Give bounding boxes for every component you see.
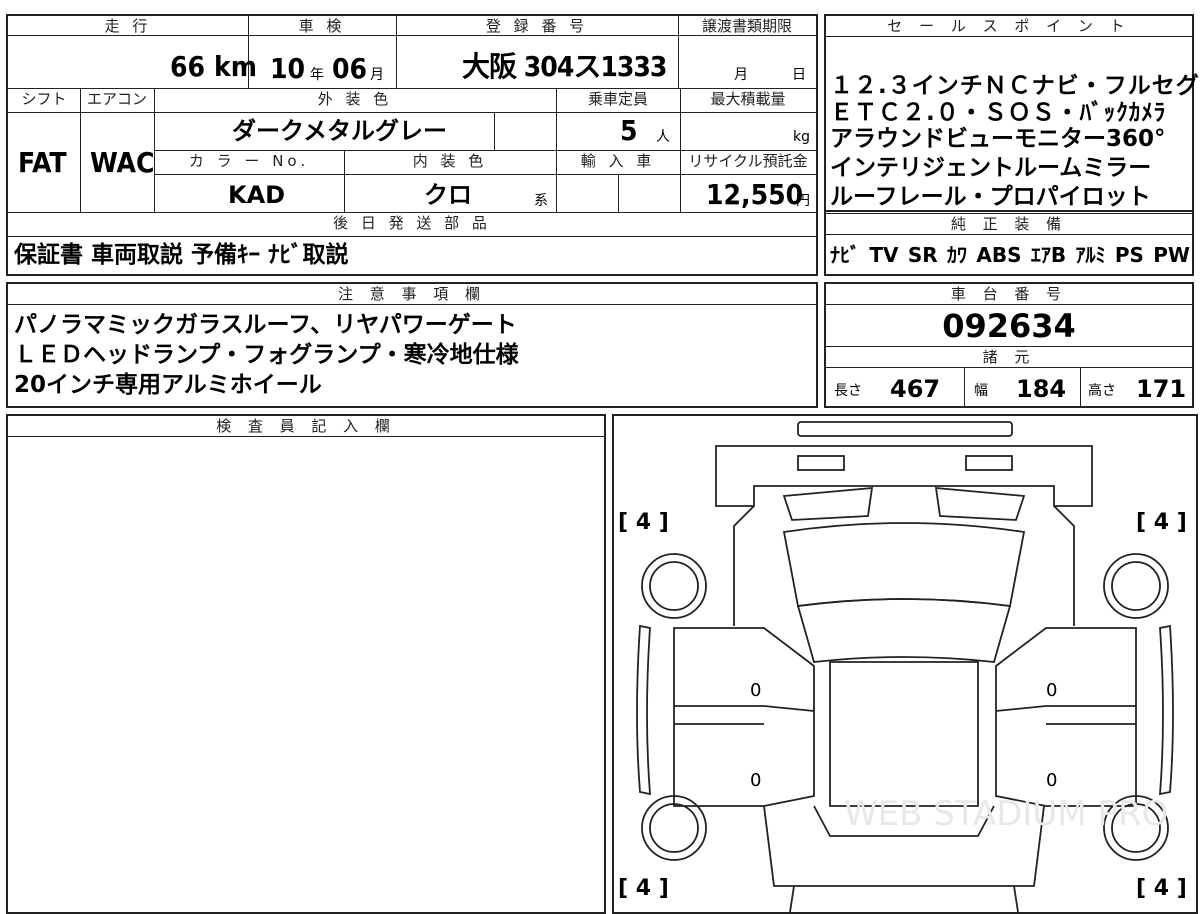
aircon-value: WAC — [90, 146, 155, 179]
door-mark: 0 — [1046, 680, 1058, 701]
sales-points-label: セ ー ル ス ポ イ ン ト — [826, 16, 1192, 37]
notes-label: 注 意 事 項 欄 — [8, 284, 816, 305]
capacity-value: 5 — [620, 114, 638, 147]
max-load-unit: kg — [793, 129, 810, 145]
capacity-label: 乗車定員 — [587, 90, 648, 108]
inspector-box — [6, 414, 606, 914]
tire-fr: [ 4 ] — [1136, 510, 1187, 535]
exterior-color-label: 外 装 色 — [317, 90, 393, 108]
recycle-fee-value: 12,550 — [706, 178, 804, 211]
sales-points-list: １２.３インチＮＣナビ・フルセグ ＥＴＣ２.０・ＳＯＳ・ﾊﾞｯｸｶﾒﾗ アラウン… — [830, 72, 1200, 212]
mileage-value: 66 — [170, 50, 206, 83]
equipment-item: PW — [1153, 243, 1190, 267]
note-line: パノラマミックガラスルーフ、リヤパワーゲート — [14, 312, 517, 338]
aircon-label: エアコン — [86, 90, 147, 108]
chassis-label: 車 台 番 号 — [826, 284, 1192, 305]
transfer-day-unit: 日 — [792, 67, 806, 83]
mileage-unit: km — [214, 50, 257, 83]
watermark: WEB STADIUM PRO — [844, 794, 1169, 834]
registration-label: 登 録 番 号 — [485, 17, 589, 35]
door-mark: 0 — [750, 770, 762, 791]
height-label: 高さ — [1088, 383, 1116, 399]
import-label: 輸 入 車 — [580, 152, 656, 170]
sales-point-line: ルーフレール・プロパイロット — [830, 184, 1151, 210]
width-value: 184 — [1016, 375, 1067, 403]
equipment-label: 純 正 装 備 — [826, 213, 1192, 235]
door-mark: 0 — [750, 680, 762, 701]
note-line: ＬＥＤヘッドランプ・フォグランプ・寒冷地仕様 — [14, 342, 519, 368]
color-no-label: カ ラ ー No. — [188, 152, 310, 170]
later-parts-value: 保証書 車両取説 予備ｷｰ ﾅﾋﾞ取説 — [14, 242, 349, 268]
sales-point-line: １２.３インチＮＣナビ・フルセグ — [830, 73, 1200, 99]
chassis-value: 092634 — [942, 307, 1076, 345]
length-value: 467 — [890, 375, 941, 403]
specs-label: 諸 元 — [826, 346, 1192, 368]
tire-rr-value: 4 — [1153, 876, 1170, 901]
transfer-deadline-label: 譲渡書類期限 — [701, 17, 792, 35]
recycle-fee-label: リサイクル預託金 — [688, 152, 808, 170]
equipment-item: PS — [1114, 243, 1144, 267]
length-label: 長さ — [834, 383, 862, 399]
tire-rr: [ 4 ] — [1136, 876, 1187, 901]
inspection-label: 車 検 — [298, 17, 346, 35]
sales-point-line: ＥＴＣ２.０・ＳＯＳ・ﾊﾞｯｸｶﾒﾗ — [830, 100, 1167, 126]
inspection-month: 06 — [332, 52, 368, 85]
tire-rl-value: 4 — [635, 876, 652, 901]
interior-color-label: 内 装 色 — [412, 152, 488, 170]
later-parts-label: 後 日 発 送 部 品 — [333, 214, 491, 232]
recycle-fee-unit: 円 — [796, 193, 810, 209]
mileage-label: 走 行 — [104, 17, 152, 35]
equipment-item: SR — [907, 243, 938, 267]
inspector-label: 検 査 員 記 入 欄 — [8, 416, 604, 437]
registration-value: 大阪 304ス1333 — [462, 50, 667, 83]
max-load-label: 最大積載量 — [710, 90, 786, 108]
note-line: 20インチ専用アルミホイール — [14, 372, 322, 398]
interior-color-suffix: 系 — [534, 193, 548, 209]
tire-fl-value: 4 — [635, 510, 652, 535]
door-mark: 0 — [1046, 770, 1058, 791]
sales-point-line: インテリジェントルームミラー — [830, 155, 1152, 181]
tire-rl: [ 4 ] — [618, 876, 669, 901]
shift-label: シフト — [21, 90, 67, 108]
equipment-item: ｱﾙﾐ — [1075, 243, 1106, 267]
transfer-month-unit: 月 — [734, 67, 748, 83]
equipment-list: ﾅﾋﾞ TV SR ｶﾜ ABS ｴｱB ｱﾙﾐ PS PW — [830, 240, 1190, 270]
equipment-item: TV — [869, 243, 899, 267]
inspection-year: 10 — [270, 52, 306, 85]
equipment-item: ｶﾜ — [947, 243, 968, 267]
color-no-value: KAD — [228, 181, 286, 209]
equipment-item: ｴｱB — [1030, 243, 1067, 267]
car-diagram-box: 0 0 0 0 [ 4 ] [ 4 ] [ 4 ] [ 4 ] WEB STAD… — [612, 414, 1198, 914]
tire-fl: [ 4 ] — [618, 510, 669, 535]
car-diagram — [636, 421, 1174, 912]
sales-point-line: アラウンドビューモニター360° — [830, 126, 1166, 152]
shift-value: FAT — [18, 146, 67, 179]
notes-list: パノラマミックガラスルーフ、リヤパワーゲート ＬＥＤヘッドランプ・フォグランプ・… — [14, 310, 814, 400]
height-value: 171 — [1136, 375, 1187, 403]
interior-color-value: クロ — [424, 181, 472, 209]
width-label: 幅 — [974, 383, 988, 399]
equipment-item: ABS — [976, 243, 1022, 267]
inspection-month-unit: 月 — [370, 67, 384, 83]
exterior-color-value: ダークメタルグレー — [232, 117, 448, 145]
capacity-unit: 人 — [656, 129, 670, 145]
tire-fr-value: 4 — [1153, 510, 1170, 535]
equipment-item: ﾅﾋﾞ — [830, 243, 860, 267]
inspection-year-unit: 年 — [310, 67, 324, 83]
